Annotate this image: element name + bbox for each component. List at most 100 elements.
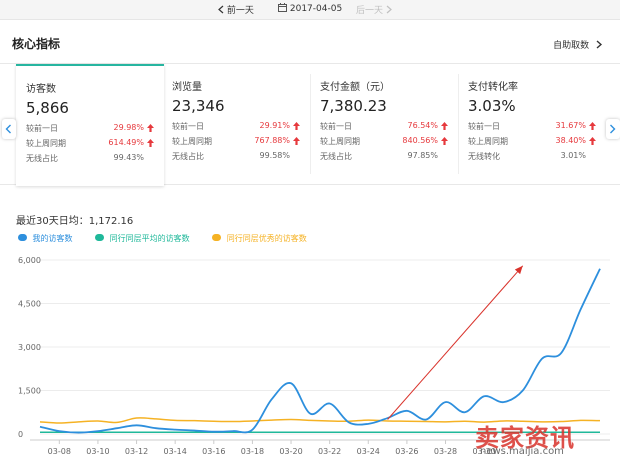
metric-row-label: 较上周同期 bbox=[26, 139, 66, 148]
current-date: 2017-04-05 bbox=[278, 3, 342, 14]
metric-row-label: 无线转化 bbox=[468, 152, 500, 161]
chart-legend: 我的访客数 同行同层平均的访客数 同行同层优秀的访客数 bbox=[18, 233, 327, 244]
metrics-row: 访客数 5,866 较前一日 29.98% 较上周同期 614.49% 无线占比… bbox=[0, 63, 620, 186]
y-tick-label: 3,000 bbox=[18, 343, 41, 352]
legend-item-peer-top[interactable]: 同行同层优秀的访客数 bbox=[212, 233, 307, 244]
metric-card-payment-amount[interactable]: 支付金额（元） 7,380.23 较前一日 76.54% 较上周同期 840.5… bbox=[310, 64, 458, 186]
annotation-arrow-line bbox=[387, 265, 524, 420]
metric-row-label: 无线占比 bbox=[320, 152, 352, 161]
metric-row-label: 较前一日 bbox=[26, 124, 58, 133]
metric-row-label: 较上周同期 bbox=[172, 137, 212, 146]
x-tick-label: 03-10 bbox=[86, 447, 109, 456]
metric-value: 3.03% bbox=[468, 97, 516, 115]
metric-row: 无线转化 3.01% bbox=[468, 151, 596, 166]
self-service-fetch-link[interactable]: 自助取数 bbox=[553, 38, 603, 51]
metric-label: 浏览量 bbox=[172, 82, 202, 93]
thirty-day-average: 最近30天日均：1,172.16 bbox=[16, 216, 134, 227]
metric-row: 较前一日 29.98% bbox=[26, 123, 154, 138]
arrow-up-icon bbox=[293, 122, 300, 130]
legend-item-mine[interactable]: 我的访客数 bbox=[18, 233, 73, 244]
x-tick-label: 03-20 bbox=[279, 447, 302, 456]
y-tick-label: 0 bbox=[18, 430, 23, 439]
x-tick-label: 03-14 bbox=[164, 447, 187, 456]
metric-row-value: 614.49% bbox=[108, 138, 144, 147]
metric-row-label: 无线占比 bbox=[172, 152, 204, 161]
arrow-up-icon bbox=[147, 124, 154, 132]
series-line bbox=[39, 268, 601, 434]
metric-row-value: 840.56% bbox=[402, 136, 438, 145]
x-tick-label: 03-12 bbox=[125, 447, 148, 456]
legend-label: 同行同层平均的访客数 bbox=[109, 234, 190, 243]
scroll-left-button[interactable] bbox=[2, 119, 16, 139]
chevron-right-icon bbox=[610, 124, 616, 134]
metric-row: 较上周同期 38.40% bbox=[468, 136, 596, 151]
metric-row: 较上周同期 614.49% bbox=[26, 138, 154, 153]
chevron-left-icon bbox=[5, 124, 11, 134]
metric-row-label: 较上周同期 bbox=[320, 137, 360, 146]
metric-row-label: 较前一日 bbox=[172, 122, 204, 131]
metric-row: 较前一日 76.54% bbox=[320, 121, 448, 136]
next-day-button[interactable]: 后一天 bbox=[356, 3, 392, 16]
metric-row-label: 较前一日 bbox=[468, 122, 500, 131]
x-tick-label: 03-22 bbox=[318, 447, 341, 456]
x-tick-label: 03-24 bbox=[357, 447, 380, 456]
legend-swatch bbox=[18, 234, 27, 241]
metric-value: 5,866 bbox=[26, 99, 69, 117]
metric-row-value: 38.40% bbox=[555, 136, 586, 145]
metric-row: 无线占比 97.85% bbox=[320, 151, 448, 166]
metric-card-pageviews[interactable]: 浏览量 23,346 较前一日 29.91% 较上周同期 767.88% 无线占… bbox=[162, 64, 310, 186]
metric-label: 支付金额（元） bbox=[320, 82, 390, 93]
metric-row: 较上周同期 840.56% bbox=[320, 136, 448, 151]
metric-row-value: 767.88% bbox=[254, 136, 290, 145]
calendar-icon bbox=[278, 3, 287, 12]
watermark-url: news.maijia.com bbox=[480, 446, 564, 457]
metric-row: 较前一日 31.67% bbox=[468, 121, 596, 136]
x-tick-label: 03-08 bbox=[48, 447, 71, 456]
metric-row: 无线占比 99.43% bbox=[26, 153, 154, 168]
metric-row-value: 97.85% bbox=[407, 151, 438, 160]
metric-row: 较上周同期 767.88% bbox=[172, 136, 300, 151]
next-day-label: 后一天 bbox=[356, 6, 384, 16]
metric-row-value: 99.43% bbox=[113, 153, 144, 162]
legend-item-peer-average[interactable]: 同行同层平均的访客数 bbox=[95, 233, 190, 244]
arrow-up-icon bbox=[293, 137, 300, 145]
metric-row: 较前一日 29.91% bbox=[172, 121, 300, 136]
y-tick-label: 1,500 bbox=[18, 387, 41, 396]
metric-row-label: 无线占比 bbox=[26, 154, 58, 163]
legend-swatch bbox=[212, 234, 222, 241]
metric-value: 23,346 bbox=[172, 97, 225, 115]
scroll-right-button[interactable] bbox=[606, 119, 620, 139]
self-service-fetch-label: 自助取数 bbox=[553, 41, 590, 51]
arrow-up-icon bbox=[441, 122, 448, 130]
current-date-label: 2017-04-05 bbox=[289, 4, 343, 14]
metric-label: 支付转化率 bbox=[468, 82, 518, 93]
date-navigation-bar: 前一天 2017-04-05 后一天 bbox=[0, 0, 620, 20]
metric-row: 无线占比 99.58% bbox=[172, 151, 300, 166]
legend-label: 我的访客数 bbox=[32, 234, 73, 243]
metric-row-value: 99.58% bbox=[259, 151, 290, 160]
metric-row-value: 3.01% bbox=[560, 151, 586, 160]
arrow-up-icon bbox=[441, 137, 448, 145]
metric-label: 访客数 bbox=[26, 84, 56, 95]
arrow-up-icon bbox=[589, 122, 596, 130]
y-tick-label: 6,000 bbox=[18, 256, 41, 265]
section-title: 核心指标 bbox=[12, 37, 61, 51]
metric-row-value: 31.67% bbox=[555, 121, 586, 130]
x-tick-label: 03-16 bbox=[202, 447, 225, 456]
x-tick-label: 03-18 bbox=[241, 447, 264, 456]
chevron-right-icon bbox=[386, 5, 392, 14]
legend-swatch bbox=[95, 234, 105, 241]
x-tick-label: 03-26 bbox=[395, 447, 418, 456]
arrow-up-icon bbox=[147, 139, 154, 147]
previous-day-label: 前一天 bbox=[226, 6, 254, 16]
metric-row-value: 29.98% bbox=[113, 123, 144, 132]
metric-row-value: 76.54% bbox=[407, 121, 438, 130]
metric-row-label: 较前一日 bbox=[320, 122, 352, 131]
metric-row-label: 较上周同期 bbox=[468, 137, 508, 146]
metric-row-value: 29.91% bbox=[259, 121, 290, 130]
previous-day-button[interactable]: 前一天 bbox=[218, 3, 254, 16]
metric-card-conversion-rate[interactable]: 支付转化率 3.03% 较前一日 31.67% 较上周同期 38.40% 无线转… bbox=[458, 64, 606, 186]
metric-value: 7,380.23 bbox=[320, 97, 387, 115]
metric-card-visitors[interactable]: 访客数 5,866 较前一日 29.98% 较上周同期 614.49% 无线占比… bbox=[16, 64, 164, 186]
y-tick-label: 4,500 bbox=[18, 300, 41, 309]
